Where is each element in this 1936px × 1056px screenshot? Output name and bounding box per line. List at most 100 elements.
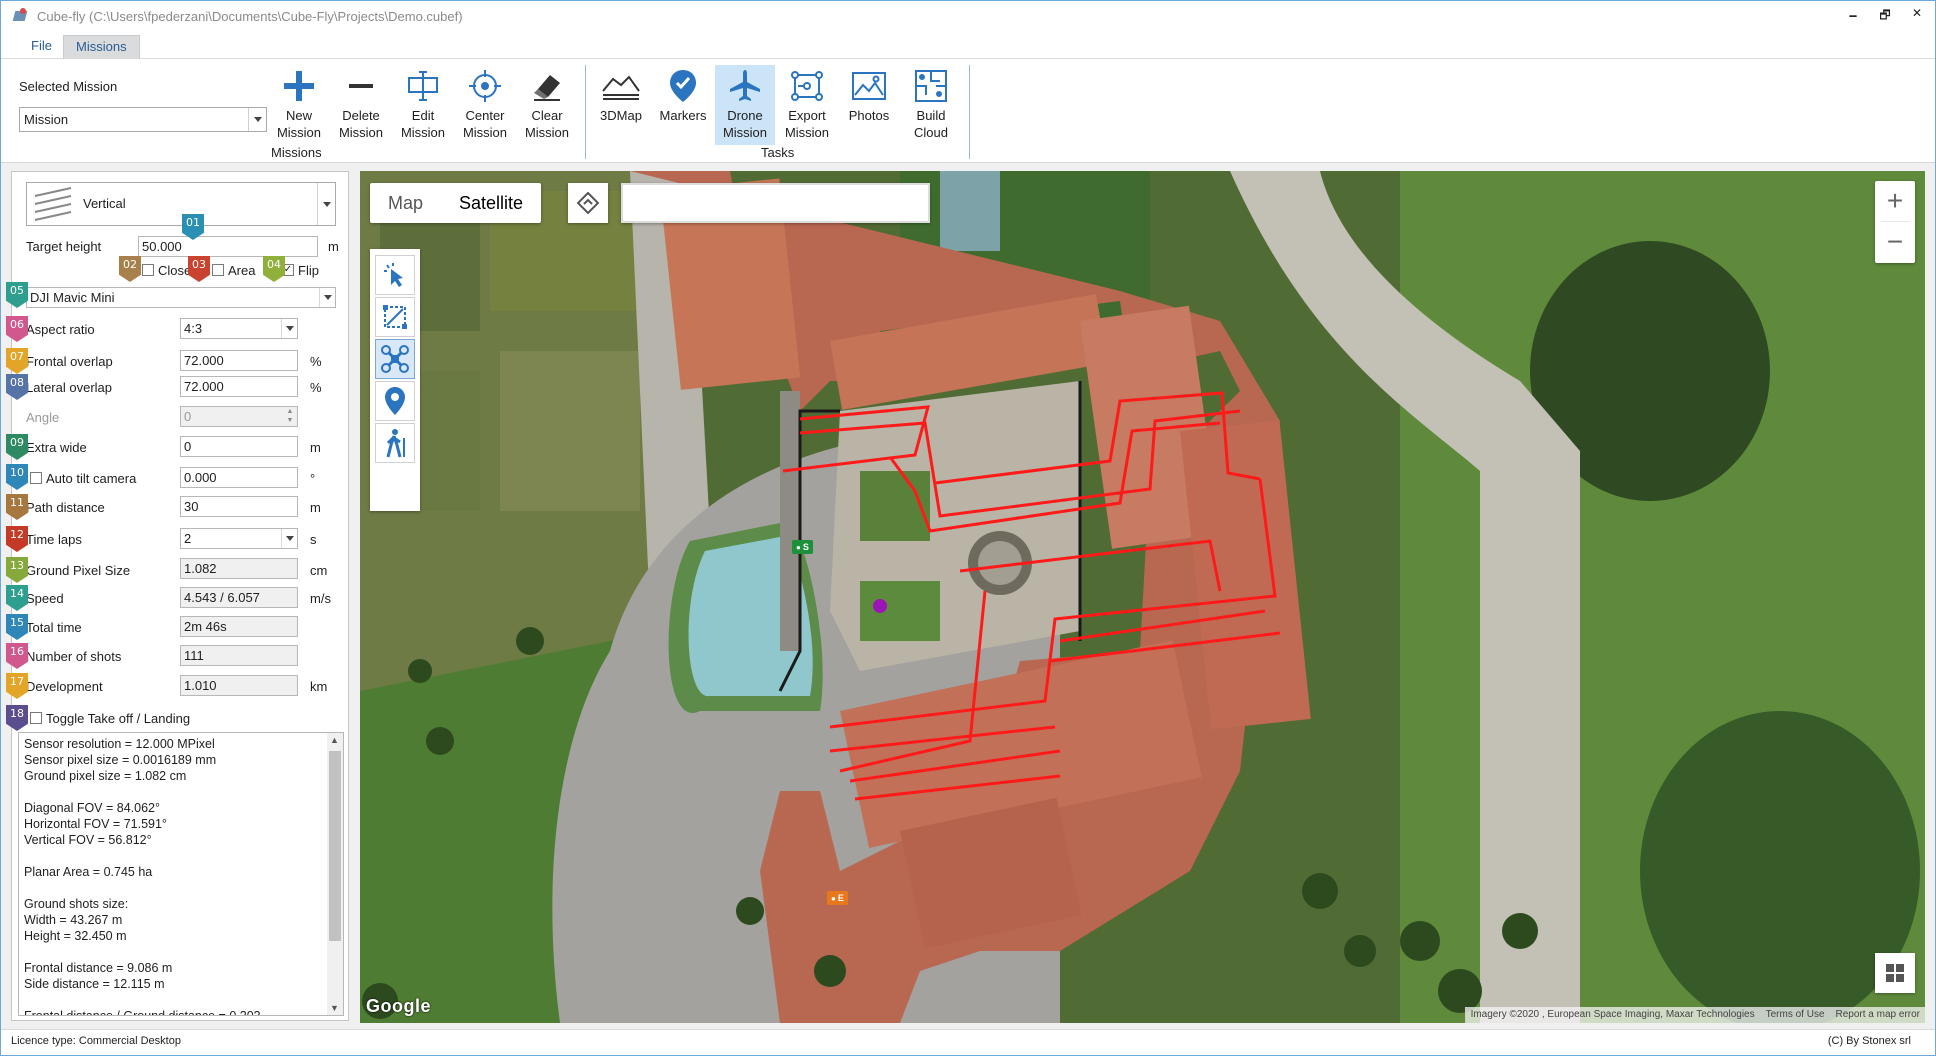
map-type-satellite-button[interactable]: Satellite bbox=[441, 183, 541, 223]
auto-tilt-checkbox[interactable] bbox=[30, 472, 42, 484]
time-laps-select[interactable]: 2 bbox=[180, 528, 298, 549]
terms-of-use-link[interactable]: Terms of Use bbox=[1759, 1007, 1830, 1023]
development-value: 1.010 bbox=[180, 675, 298, 696]
scroll-thumb[interactable] bbox=[329, 751, 341, 941]
licence-type: Licence type: Commercial Desktop bbox=[11, 1035, 181, 1047]
edit-mission-button[interactable]: Edit Mission bbox=[393, 65, 453, 145]
select-cursor-tool[interactable] bbox=[375, 255, 415, 295]
info-scrollbar[interactable]: ▲ ▼ bbox=[327, 733, 343, 1015]
route-export-icon bbox=[777, 65, 837, 107]
chevron-down-icon[interactable] bbox=[319, 288, 335, 307]
directions-icon[interactable] bbox=[568, 183, 608, 223]
photos-icon bbox=[839, 65, 899, 107]
start-marker[interactable]: S bbox=[792, 540, 813, 554]
auto-tilt-unit: ° bbox=[310, 471, 316, 486]
target-height-input[interactable]: 50.000 bbox=[138, 236, 318, 257]
build-cloud-button[interactable]: Build Cloud bbox=[901, 65, 961, 145]
step-badge: 05 bbox=[6, 282, 28, 308]
report-map-error-link[interactable]: Report a map error bbox=[1829, 1007, 1925, 1023]
walk-tool[interactable] bbox=[375, 423, 415, 463]
tab-file[interactable]: File bbox=[19, 35, 64, 59]
chevron-down-icon[interactable] bbox=[281, 319, 297, 338]
restore-button[interactable]: 🗗 bbox=[1877, 6, 1893, 27]
aspect-ratio-select[interactable]: 4:3 bbox=[180, 318, 298, 339]
layers-button[interactable] bbox=[1875, 953, 1915, 993]
step-badge: 03 bbox=[188, 256, 210, 282]
map-type-toggle: Map Satellite bbox=[370, 183, 542, 223]
area-checkbox[interactable] bbox=[212, 264, 224, 276]
extra-wide-label: Extra wide bbox=[26, 440, 87, 455]
close-button[interactable]: ✕ bbox=[1909, 6, 1925, 27]
marker-tool[interactable] bbox=[375, 381, 415, 421]
frontal-overlap-input[interactable]: 72.000 bbox=[180, 350, 298, 371]
cube-fly-logo-icon bbox=[11, 6, 31, 26]
ground-pixel-size-unit: cm bbox=[310, 563, 328, 578]
close-checkbox[interactable] bbox=[142, 264, 154, 276]
chevron-down-icon[interactable] bbox=[317, 183, 335, 225]
drone-tool[interactable] bbox=[375, 339, 415, 379]
aspect-ratio-value: 4:3 bbox=[184, 321, 203, 336]
satellite-map[interactable]: S E Map Satellite + − bbox=[360, 171, 1925, 1023]
export-mission-button[interactable]: Export Mission bbox=[777, 65, 837, 145]
step-badge: 14 bbox=[6, 585, 28, 611]
photos-button[interactable]: Photos bbox=[839, 65, 899, 145]
auto-tilt-input[interactable]: 0.000 bbox=[180, 467, 298, 488]
zoom-out-button[interactable]: − bbox=[1875, 222, 1915, 262]
3dmap-label: 3DMap bbox=[600, 108, 642, 123]
crosshair-icon bbox=[455, 65, 515, 107]
end-marker[interactable]: E bbox=[827, 891, 848, 905]
pattern-select[interactable]: Vertical bbox=[26, 182, 336, 226]
step-badge: 04 bbox=[263, 256, 285, 282]
clear-mission-button[interactable]: Clear Mission bbox=[517, 65, 577, 145]
drone-select[interactable]: DJI Mavic Mini bbox=[26, 287, 336, 308]
mission-info-textarea[interactable]: Sensor resolution = 12.000 MPixel Sensor… bbox=[18, 732, 344, 1016]
frontal-overlap-label: Frontal overlap bbox=[26, 354, 113, 369]
map-search-input[interactable] bbox=[621, 183, 930, 223]
window-controls: 🗕 🗗 ✕ bbox=[1845, 6, 1925, 27]
angle-label: Angle bbox=[26, 410, 60, 425]
markers-button[interactable]: Markers bbox=[653, 65, 713, 145]
grid-layers-icon bbox=[1886, 964, 1904, 982]
area-label: Area bbox=[228, 263, 256, 278]
step-badge: 18 bbox=[6, 705, 28, 731]
new-mission-label-2: Mission bbox=[276, 125, 322, 140]
extra-wide-input[interactable]: 0 bbox=[180, 436, 298, 457]
chevron-down-icon[interactable] bbox=[281, 529, 297, 548]
total-time-value: 2m 46s bbox=[180, 616, 298, 637]
drone-mission-button[interactable]: Drone Mission bbox=[715, 65, 775, 145]
lateral-overlap-input[interactable]: 72.000 bbox=[180, 376, 298, 397]
angle-stepper: 0 ▲ ▼ bbox=[180, 406, 298, 427]
spin-arrows-icon: ▲ ▼ bbox=[286, 408, 294, 424]
step-badge: 15 bbox=[6, 614, 28, 640]
mission-info-text: Sensor resolution = 12.000 MPixel Sensor… bbox=[24, 737, 261, 1016]
markers-label: Markers bbox=[659, 108, 707, 123]
minus-icon bbox=[331, 65, 391, 107]
step-badge: 02 bbox=[119, 256, 141, 282]
scroll-up-icon[interactable]: ▲ bbox=[330, 735, 339, 745]
window-title: Cube-fly (C:\Users\fpederzani\Documents\… bbox=[37, 8, 463, 24]
tab-missions[interactable]: Missions bbox=[63, 35, 140, 59]
step-badge: 06 bbox=[6, 316, 28, 342]
minimize-button[interactable]: 🗕 bbox=[1845, 6, 1861, 27]
step-badge: 12 bbox=[6, 526, 28, 552]
lateral-overlap-label: Lateral overlap bbox=[26, 380, 112, 395]
number-of-shots-value: 111 bbox=[180, 645, 298, 666]
polygon-area-icon bbox=[383, 305, 407, 329]
draw-area-tool[interactable] bbox=[375, 297, 415, 337]
map-type-map-button[interactable]: Map bbox=[370, 183, 441, 223]
path-distance-input[interactable]: 30 bbox=[180, 496, 298, 517]
scroll-down-icon[interactable]: ▼ bbox=[330, 1003, 339, 1013]
toggle-takeoff-checkbox[interactable] bbox=[30, 712, 42, 724]
selected-mission-label: Selected Mission bbox=[19, 79, 118, 94]
speed-label: Speed bbox=[26, 591, 64, 606]
zoom-in-button[interactable]: + bbox=[1875, 181, 1915, 221]
selected-mission-select[interactable]: Mission bbox=[19, 107, 267, 132]
selected-mission-value: Mission bbox=[24, 112, 69, 127]
3dmap-button[interactable]: 3DMap bbox=[591, 65, 651, 145]
number-of-shots-label: Number of shots bbox=[26, 649, 122, 664]
chevron-down-icon[interactable] bbox=[248, 108, 266, 131]
center-mission-button[interactable]: Center Mission bbox=[455, 65, 515, 145]
new-mission-button[interactable]: New Mission bbox=[269, 65, 329, 145]
delete-mission-button[interactable]: Delete Mission bbox=[331, 65, 391, 145]
step-badge: 16 bbox=[6, 643, 28, 669]
